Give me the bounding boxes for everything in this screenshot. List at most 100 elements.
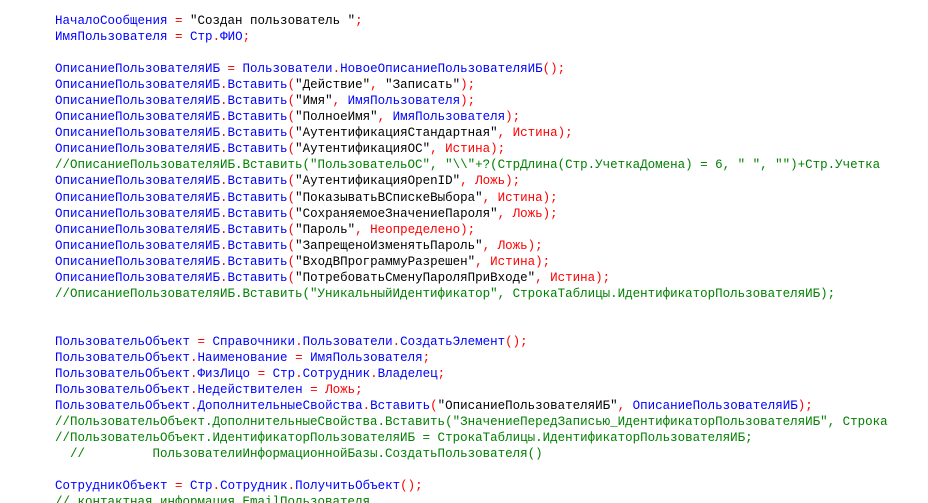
code-line[interactable]: ПользовательОбъект.Недействителен = Ложь… <box>55 382 888 398</box>
code-line[interactable]: //ОписаниеПользователяИБ.Вставить("Польз… <box>55 157 888 173</box>
operator-token: ; <box>437 367 446 382</box>
identifier-token: Вставить <box>227 222 288 237</box>
code-line[interactable]: //ОписаниеПользователяИБ.Вставить("Уника… <box>55 286 888 302</box>
code-line[interactable]: ОписаниеПользователяИБ = Пользователи.Но… <box>55 61 888 77</box>
operator-token: ; <box>355 14 363 28</box>
code-line[interactable]: // контактная информация EmailПользовате… <box>55 494 888 503</box>
identifier-token: ИмяПользователя <box>55 30 168 45</box>
operator-token: , <box>535 270 551 285</box>
code-line[interactable]: ОписаниеПользователяИБ.Вставить("ПолноеИ… <box>55 109 888 125</box>
identifier-token: СоздатьЭлемент <box>400 334 506 349</box>
code-area[interactable]: НачалоСообщения = "Создан пользователь "… <box>55 13 888 503</box>
code-line[interactable]: ОписаниеПользователяИБ.Вставить("Сохраня… <box>55 206 888 222</box>
identifier-token: ОписаниеПользователяИБ <box>55 238 221 253</box>
code-line[interactable]: ПользовательОбъект.Наименование = ИмяПол… <box>55 350 888 366</box>
operator-token: , <box>355 222 371 237</box>
identifier-token: ОписаниеПользователяИБ <box>55 94 221 109</box>
code-line[interactable]: ОписаниеПользователяИБ.Вставить("ВходВПр… <box>55 254 888 270</box>
keyword-token: Неопределено <box>370 222 461 237</box>
operator-token: . <box>190 350 198 365</box>
identifier-token: СотрудникОбъект <box>55 479 168 494</box>
code-line[interactable]: ПользовательОбъект.ФизЛицо = Стр.Сотрудн… <box>55 366 888 382</box>
code-line[interactable]: ОписаниеПользователяИБ.Вставить("Аутенти… <box>55 141 888 157</box>
code-line[interactable]: НачалоСообщения = "Создан пользователь "… <box>55 13 888 29</box>
operator-token: . <box>220 190 228 205</box>
code-line[interactable]: ОписаниеПользователяИБ.Вставить("Аутенти… <box>55 173 888 189</box>
identifier-token: ПользовательОбъект <box>55 367 191 382</box>
identifier-token: Вставить <box>227 206 288 221</box>
code-line[interactable]: //ПользовательОбъект.ДополнительныеСвойс… <box>55 414 888 430</box>
identifier-token: Вставить <box>227 110 288 125</box>
operator-token: . <box>220 78 228 93</box>
identifier-token: Сотрудник <box>220 479 288 494</box>
identifier-token: ОписаниеПользователяИБ <box>55 78 221 93</box>
code-line[interactable]: ПользовательОбъект.ДополнительныеСвойств… <box>55 398 888 414</box>
operator-token: ); <box>797 399 813 414</box>
comment-token: //ОписаниеПользователяИБ.Вставить("Уника… <box>55 286 836 301</box>
code-editor[interactable]: НачалоСообщения = "Создан пользователь "… <box>0 0 928 503</box>
comment-token: //ПользовательОбъект.ДополнительныеСвойс… <box>55 415 888 430</box>
code-line[interactable]: // ПользователиИнформационнойБазы.Создат… <box>55 446 888 462</box>
operator-token: = <box>302 383 326 398</box>
identifier-token: ОписаниеПользователяИБ <box>55 142 221 157</box>
operator-token: , <box>460 174 476 189</box>
comment-token: // ПользователиИнформационнойБазы.Создат… <box>55 447 543 462</box>
operator-token: , <box>430 142 446 157</box>
blank-line[interactable] <box>55 318 888 334</box>
operator-token: , <box>377 110 393 125</box>
operator-token: . <box>392 334 401 349</box>
operator-token: ( <box>430 399 438 414</box>
string-token: "Создан пользователь " <box>190 14 356 28</box>
operator-token: . <box>220 126 228 141</box>
keyword-token: Истина <box>497 190 543 205</box>
identifier-token: Стр <box>190 30 213 45</box>
operator-token: . <box>295 334 303 349</box>
operator-token: = <box>287 350 311 365</box>
identifier-token: Вставить <box>227 174 288 189</box>
identifier-token: ИмяПользователя <box>392 110 506 125</box>
string-token: "Действие" <box>295 78 371 93</box>
blank-line[interactable] <box>55 462 888 478</box>
identifier-token: Наименование <box>197 350 288 365</box>
code-line[interactable]: ПользовательОбъект = Справочники.Пользов… <box>55 334 888 350</box>
comment-token: //ПользовательОбъект.ИдентификаторПользо… <box>55 431 753 446</box>
code-line[interactable]: ОписаниеПользователяИБ.Вставить("Действи… <box>55 77 888 93</box>
identifier-token: НачалоСообщения <box>55 14 168 28</box>
identifier-token: Справочники <box>212 334 296 349</box>
code-line[interactable]: ОписаниеПользователяИБ.Вставить("Имя", И… <box>55 93 888 109</box>
string-token: "АутентификацияСтандартная" <box>295 126 498 141</box>
identifier-token: ОписаниеПользователяИБ <box>55 206 221 221</box>
operator-token: ); <box>460 222 476 237</box>
code-line[interactable]: ОписаниеПользователяИБ.Вставить("Запреще… <box>55 238 888 254</box>
operator-token: . <box>287 479 296 494</box>
identifier-token: ПользовательОбъект <box>55 383 191 398</box>
identifier-token: Стр <box>190 479 213 494</box>
code-line[interactable]: ОписаниеПользователяИБ.Вставить("Потребо… <box>55 270 888 286</box>
operator-token: ( <box>287 222 296 237</box>
blank-line[interactable] <box>55 302 888 318</box>
keyword-token: Истина <box>445 142 491 157</box>
operator-token: . <box>332 62 341 77</box>
operator-token: (); <box>505 334 528 349</box>
operator-token: ); <box>542 190 558 205</box>
code-line[interactable]: ОписаниеПользователяИБ.Вставить("Аутенти… <box>55 125 888 141</box>
code-line[interactable]: ОписаниеПользователяИБ.Вставить("Пароль"… <box>55 222 888 238</box>
operator-token: ( <box>287 254 296 269</box>
code-line[interactable]: //ПользовательОбъект.ИдентификаторПользо… <box>55 430 888 446</box>
operator-token: ; <box>355 383 363 398</box>
code-line[interactable]: ОписаниеПользователяИБ.Вставить("Показыв… <box>55 190 888 206</box>
identifier-token: Вставить <box>227 78 288 93</box>
operator-token: = <box>167 30 191 45</box>
blank-line[interactable] <box>55 45 888 61</box>
keyword-token: Истина <box>512 126 558 141</box>
operator-token: ); <box>505 174 521 189</box>
string-token: "ПолноеИмя" <box>295 110 378 125</box>
code-line[interactable]: СотрудникОбъект = Стр.Сотрудник.Получить… <box>55 478 888 494</box>
operator-token: . <box>220 206 228 221</box>
code-line[interactable]: ИмяПользователя = Стр.ФИО; <box>55 29 888 45</box>
identifier-token: Владелец <box>377 367 438 382</box>
operator-token: . <box>220 238 228 253</box>
operator-token: ( <box>287 238 296 253</box>
string-token: "ПоказыватьВСпискеВыбора" <box>295 190 483 205</box>
identifier-token: Стр <box>272 367 296 382</box>
